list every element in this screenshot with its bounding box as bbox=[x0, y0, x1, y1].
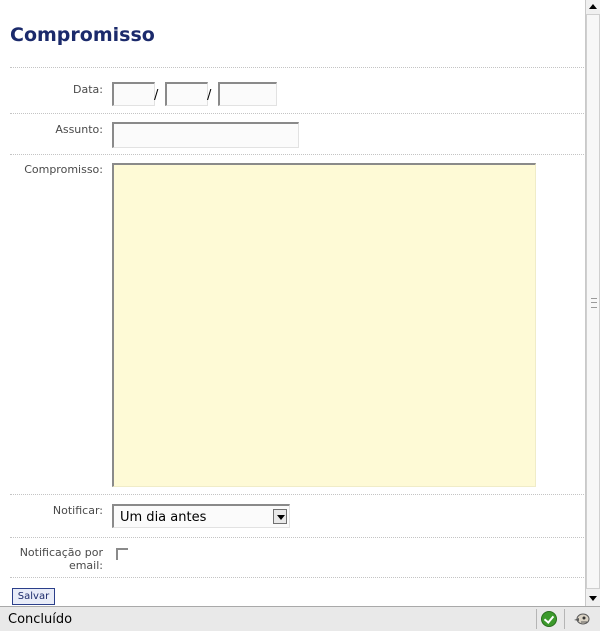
divider bbox=[10, 537, 584, 538]
divider bbox=[10, 113, 584, 114]
appointment-textarea[interactable] bbox=[112, 163, 536, 487]
vertical-scrollbar[interactable] bbox=[585, 0, 600, 606]
status-separator bbox=[564, 609, 565, 629]
notify-select[interactable]: Um dia antes bbox=[112, 504, 290, 528]
divider bbox=[10, 494, 584, 495]
email-notification-label-line1: Notificação por bbox=[19, 546, 103, 559]
date-label: Data: bbox=[73, 83, 103, 96]
email-notification-label-line2: email: bbox=[68, 559, 103, 572]
divider bbox=[10, 577, 584, 578]
divider bbox=[10, 154, 584, 155]
save-button[interactable]: Salvar bbox=[12, 588, 55, 605]
date-day-input[interactable] bbox=[112, 82, 155, 106]
date-month-input[interactable] bbox=[165, 82, 208, 106]
check-icon bbox=[541, 611, 557, 627]
scroll-up-arrow-icon[interactable] bbox=[586, 0, 600, 14]
scroll-thumb[interactable] bbox=[586, 14, 600, 589]
subject-input[interactable] bbox=[112, 122, 299, 148]
date-separator: / bbox=[207, 88, 212, 103]
notify-label: Notificar: bbox=[52, 504, 103, 517]
status-bar: Concluído bbox=[0, 606, 600, 631]
subject-label: Assunto: bbox=[55, 123, 103, 136]
divider bbox=[10, 67, 584, 68]
email-notification-label: Notificação por email: bbox=[20, 546, 103, 572]
chevron-down-icon[interactable] bbox=[273, 509, 287, 524]
notify-select-value: Um dia antes bbox=[120, 510, 207, 525]
email-notification-checkbox[interactable] bbox=[116, 548, 128, 560]
page-content: Compromisso Data: / / Assunto: Compromis… bbox=[0, 0, 585, 606]
page-title: Compromisso bbox=[10, 24, 155, 46]
status-separator bbox=[536, 609, 537, 629]
appointment-label: Compromisso: bbox=[24, 163, 103, 176]
scroll-down-arrow-icon[interactable] bbox=[586, 592, 600, 606]
grip-icon bbox=[591, 298, 597, 308]
status-text: Concluído bbox=[8, 612, 73, 627]
date-year-input[interactable] bbox=[218, 82, 277, 106]
date-separator: / bbox=[154, 88, 159, 103]
connection-icon[interactable] bbox=[572, 611, 592, 627]
